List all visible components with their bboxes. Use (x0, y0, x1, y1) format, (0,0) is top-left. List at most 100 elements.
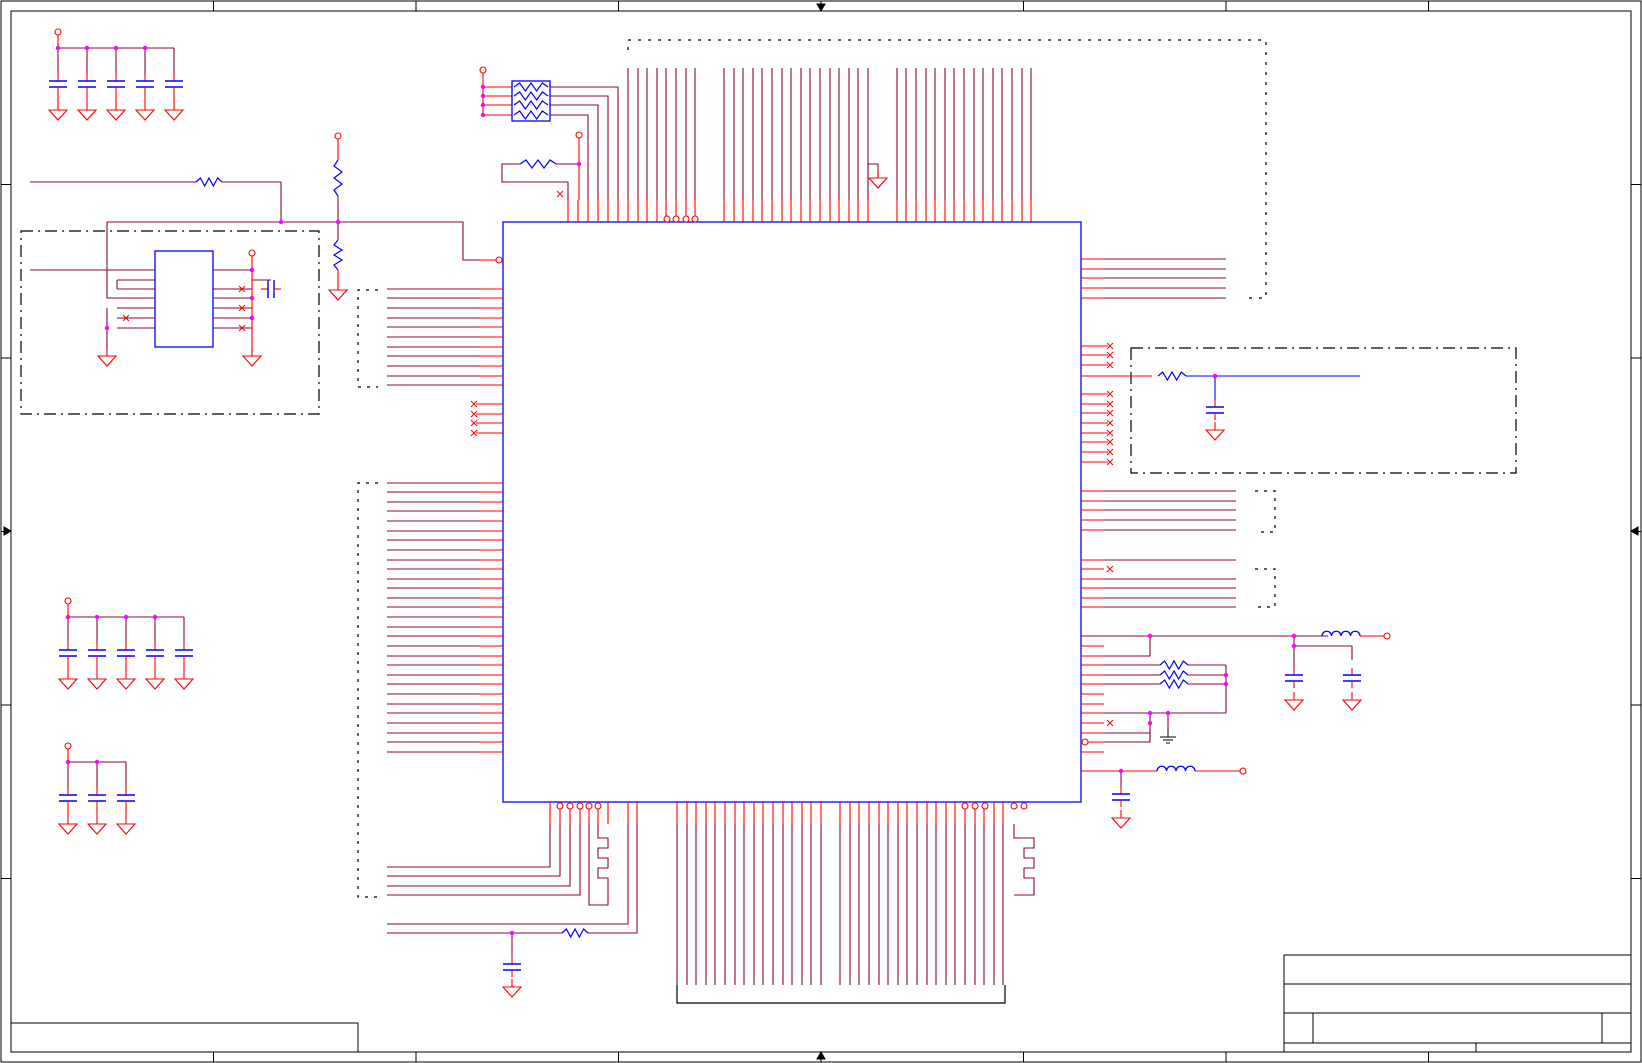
ground-symbol (57, 816, 79, 835)
capacitor (136, 74, 154, 94)
capacitor (1343, 668, 1361, 688)
junction-dot (1118, 768, 1124, 774)
network-net (550, 114, 589, 200)
capacitor (261, 280, 281, 298)
resistor (1157, 370, 1187, 382)
power-port-circle (575, 131, 583, 139)
no-connect-mark (1106, 565, 1114, 573)
power-port-circle (495, 256, 503, 264)
resistor (332, 239, 344, 271)
ground-symbol (1110, 810, 1132, 829)
power-port-circle (1383, 632, 1391, 640)
junction-dot (142, 45, 148, 51)
junction-dot (1165, 710, 1171, 716)
junction-dot (278, 219, 284, 225)
junction-dot (1147, 633, 1153, 639)
junction-dot (1147, 720, 1153, 726)
resistor (519, 159, 557, 169)
capacitor (88, 643, 106, 663)
oscillator-ic-body[interactable] (154, 250, 214, 348)
junction-dot (113, 45, 119, 51)
junction-dot (249, 315, 255, 321)
ground-symbol (115, 671, 137, 690)
power-port-circle (576, 802, 584, 810)
capacitor (1206, 400, 1224, 420)
main-ic-body[interactable] (502, 221, 1082, 803)
resistor (195, 176, 223, 188)
components (47, 74, 1363, 998)
capacitor (107, 74, 125, 94)
power-port-circle (672, 215, 680, 223)
junction-dot (249, 295, 255, 301)
junction-dot (480, 84, 486, 90)
right-bus-bracket-2 (1255, 568, 1276, 608)
junctions (54, 28, 1391, 936)
resistor (1159, 678, 1189, 690)
left-bus-bracket-1 (357, 289, 378, 388)
ground-symbol (173, 671, 195, 690)
serpentine-trace (588, 824, 609, 906)
ground-symbol (1204, 422, 1226, 441)
resistor (1159, 659, 1189, 671)
bias-net (1104, 732, 1151, 743)
capacitor (146, 643, 164, 663)
power-port-circle (1081, 738, 1089, 746)
inductor (1321, 630, 1361, 637)
capacitor (1285, 668, 1303, 688)
junction-dot (1147, 710, 1153, 716)
resistor (1159, 669, 1189, 681)
ground-symbol (86, 816, 108, 835)
bottom-bus-bracket (676, 985, 1006, 1004)
resistor (513, 109, 549, 121)
junction-dot (65, 614, 71, 620)
power-net (1294, 645, 1353, 660)
power-port-circle (1010, 802, 1018, 810)
ground-symbol (1283, 692, 1305, 711)
center-mark-top (816, 3, 826, 13)
power-port-circle (981, 802, 989, 810)
capacitor (59, 643, 77, 663)
junction-dot (104, 325, 110, 331)
ground-symbol (86, 671, 108, 690)
ground-symbol (241, 348, 263, 367)
serpentine-trace (1013, 824, 1035, 896)
capacitor (117, 643, 135, 663)
ground-symbol (76, 102, 98, 121)
capacitor (165, 74, 183, 94)
resistor (333, 159, 343, 197)
power-port-circle (248, 249, 256, 257)
ic-pins (476, 200, 1108, 824)
title-block (1283, 954, 1632, 1053)
ground-symbol (96, 348, 118, 367)
clock-input-net (222, 181, 282, 222)
junction-dot (94, 759, 100, 765)
bottom-net (387, 824, 551, 868)
power-port-circle (479, 66, 487, 74)
bottom-net (588, 824, 638, 934)
power-port-circle (1239, 767, 1247, 775)
ground-symbol (115, 816, 137, 835)
power-port-circle (585, 802, 593, 810)
junction-dot (84, 45, 90, 51)
capacitor (78, 74, 96, 94)
bottom-net (387, 824, 581, 896)
junction-dot (1291, 633, 1297, 639)
resistor (513, 90, 549, 102)
junction-dot (509, 930, 515, 936)
power-port-circle (682, 215, 690, 223)
junction-dot (480, 102, 486, 108)
junction-dot (1212, 373, 1218, 379)
capacitor (1112, 787, 1130, 807)
power-port-circle (64, 597, 72, 605)
power-port-circle (1020, 802, 1028, 810)
center-mark-right (1629, 526, 1639, 536)
schematic-sheet (0, 0, 1642, 1063)
schematic-canvas[interactable] (0, 0, 1642, 1063)
capacitor (59, 788, 77, 808)
power-port-circle (334, 132, 342, 140)
power-port-circle (971, 802, 979, 810)
junction-dot (480, 112, 486, 118)
ground-symbol (57, 671, 79, 690)
capacitor (175, 643, 193, 663)
no-connect-mark (556, 190, 564, 198)
